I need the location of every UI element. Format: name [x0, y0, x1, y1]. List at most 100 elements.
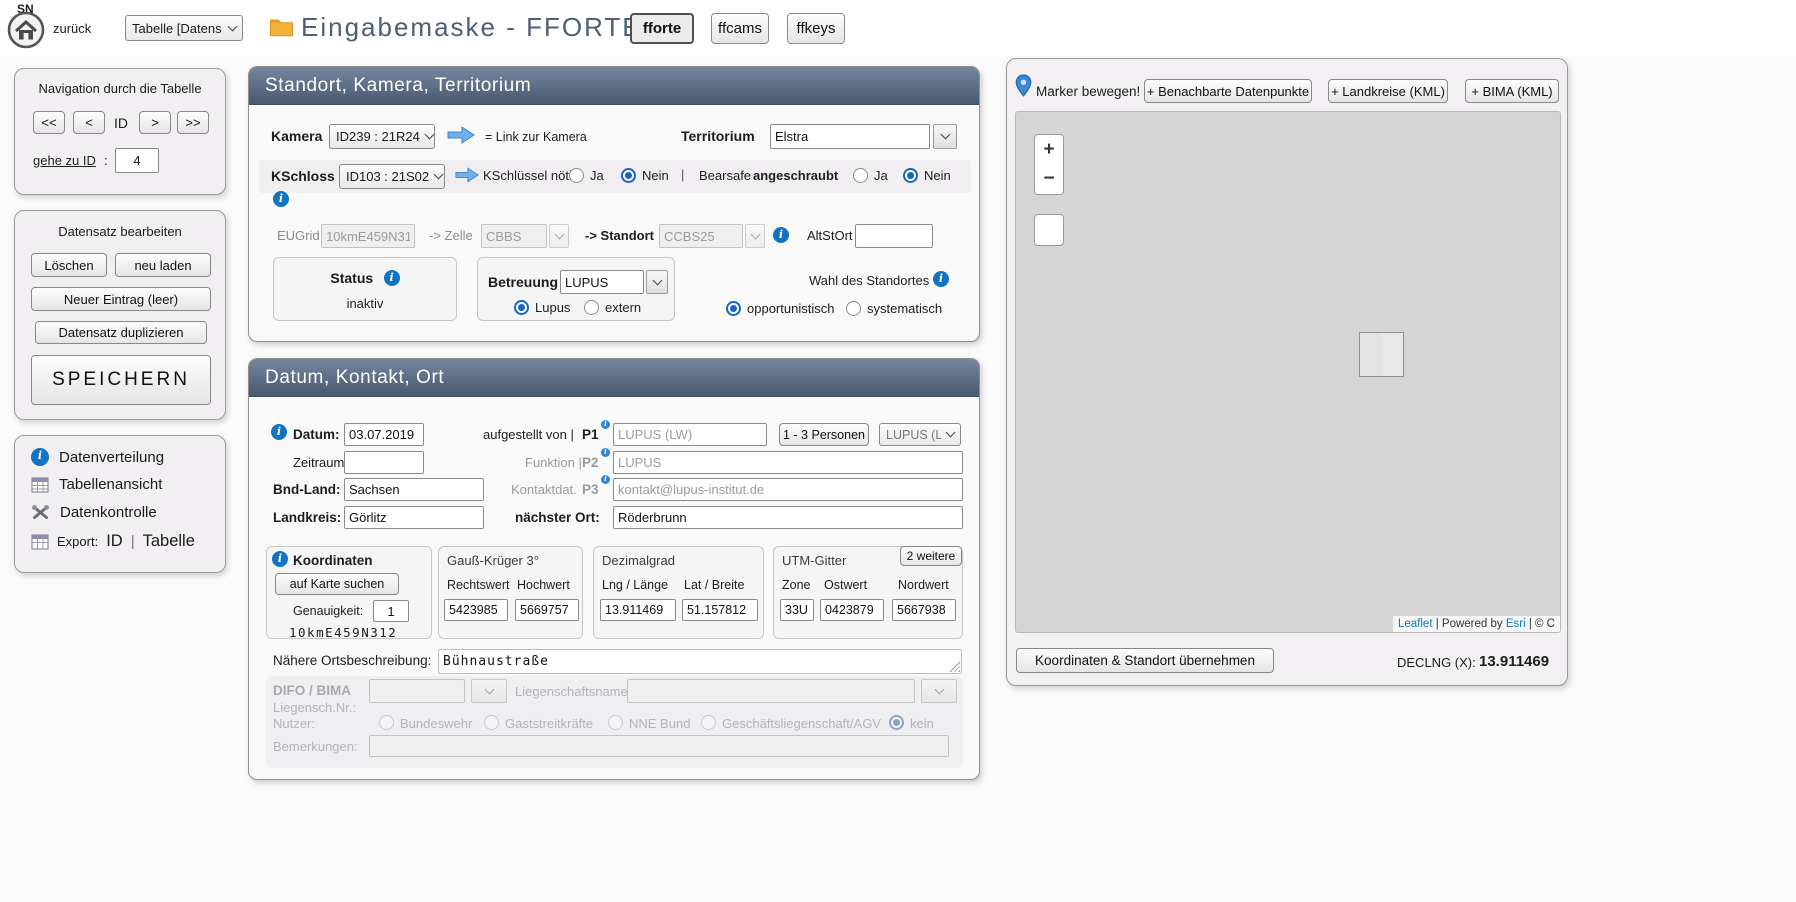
export-table-link[interactable]: Tabelle	[143, 532, 195, 551]
save-button[interactable]: SPEICHERN	[31, 355, 211, 405]
nav-next-button[interactable]: >	[139, 111, 171, 134]
territorium-input[interactable]	[770, 124, 930, 149]
add-bima-button[interactable]: + BIMA (KML)	[1465, 79, 1559, 103]
bearsafe-nein-radio[interactable]	[903, 168, 918, 183]
map-control-button[interactable]	[1034, 214, 1064, 246]
reload-button[interactable]: neu laden	[115, 253, 211, 277]
more-coords-button[interactable]: 2 weitere	[900, 546, 962, 566]
standort-info-icon[interactable]	[773, 227, 789, 243]
kamera-select[interactable]: ID239 : 21R24	[329, 124, 435, 149]
nordwert-input[interactable]	[892, 599, 956, 621]
table-select-value: Tabelle [Datens	[132, 21, 222, 36]
p1-input[interactable]	[613, 423, 767, 446]
p2-info-icon[interactable]	[601, 448, 610, 457]
nav-first-button[interactable]: <<	[33, 111, 65, 134]
lat-input[interactable]	[682, 599, 758, 621]
status-info-icon[interactable]	[384, 270, 400, 286]
zeitraum-input[interactable]	[344, 451, 424, 474]
koordinaten-info-icon[interactable]	[272, 551, 288, 567]
kschloss-link-arrow-icon[interactable]	[455, 166, 479, 189]
camera-link-arrow-icon[interactable]	[447, 125, 475, 150]
eugrid-input	[321, 224, 415, 248]
p1-select[interactable]: LUPUS (LW	[879, 423, 961, 446]
add-datapoints-button[interactable]: + Benachbarte Datenpunkte	[1144, 79, 1312, 103]
home-icon[interactable]	[6, 10, 46, 55]
zelle-label: -> Zelle	[429, 228, 473, 243]
esri-link[interactable]: Esri	[1506, 618, 1526, 630]
apply-coordinates-button[interactable]: Koordinaten & Standort übernehmen	[1016, 648, 1274, 673]
delete-button[interactable]: Löschen	[31, 253, 107, 277]
p3-input[interactable]	[613, 478, 963, 501]
link-datenkontrolle[interactable]: Datenkontrolle	[31, 504, 157, 521]
betreuung-input[interactable]	[560, 270, 644, 294]
zoom-in-button[interactable]: +	[1034, 134, 1064, 165]
bnd-land-input[interactable]	[344, 478, 484, 501]
dezimalgrad-box: Dezimalgrad Lng / Länge Lat / Breite	[593, 546, 764, 639]
link-datenverteilung[interactable]: Datenverteilung	[31, 448, 164, 466]
rechtswert-input[interactable]	[444, 599, 508, 621]
leaflet-link[interactable]: Leaflet	[1398, 618, 1433, 630]
wahl-opportunistisch-radio[interactable]	[726, 301, 741, 316]
zone-input[interactable]	[780, 599, 814, 621]
links-card: Datenverteilung Tabellenansicht	[14, 435, 226, 573]
betreuung-extern-radio[interactable]	[584, 300, 599, 315]
bearsafe-ja-radio[interactable]	[853, 168, 868, 183]
app-button-ffkeys[interactable]: ffkeys	[787, 13, 845, 44]
hochwert-input[interactable]	[515, 599, 579, 621]
standort-panel: Standort, Kamera, Territorium Kamera ID2…	[248, 66, 980, 342]
wahl-info-icon[interactable]	[933, 271, 949, 287]
p3-label: P3	[582, 482, 599, 497]
table-select[interactable]: Tabelle [Datens	[125, 15, 243, 41]
kamera-select-value: ID239 : 21R24	[336, 129, 420, 144]
zoom-out-button[interactable]: −	[1034, 164, 1064, 195]
map-canvas[interactable]: + − Leaflet | Powered by Esri | © C	[1015, 111, 1561, 633]
link-label: Datenkontrolle	[60, 504, 157, 521]
nav-prev-button[interactable]: <	[73, 111, 105, 134]
chevron-down-icon	[946, 428, 956, 438]
landkreis-input[interactable]	[344, 506, 484, 529]
standort-input	[659, 224, 743, 248]
duplicate-button[interactable]: Datensatz duplizieren	[35, 321, 207, 344]
declng-label: DECLNG (X):	[1397, 655, 1476, 670]
add-landkreise-button[interactable]: + Landkreise (KML)	[1328, 79, 1448, 103]
betreuung-combo-button[interactable]	[646, 270, 668, 294]
kschluessel-nein-radio[interactable]	[621, 168, 636, 183]
chevron-down-icon	[652, 275, 662, 285]
datum-info-icon[interactable]	[271, 424, 287, 440]
territorium-combo-button[interactable]	[933, 124, 957, 149]
kschloss-select[interactable]: ID103 : 21S02	[339, 164, 445, 189]
status-label: Status	[330, 270, 373, 286]
chevron-down-icon	[554, 229, 564, 239]
app-button-ffcams[interactable]: ffcams	[711, 13, 769, 44]
kschluessel-ja-radio[interactable]	[569, 168, 584, 183]
altstort-input[interactable]	[855, 224, 933, 248]
export-id-link[interactable]: ID	[106, 532, 123, 551]
app-button-fforte[interactable]: fforte	[630, 13, 694, 44]
nutzer-bundeswehr-radio	[379, 715, 394, 730]
ortsbeschreibung-input[interactable]	[438, 649, 962, 674]
datum-input[interactable]	[344, 423, 424, 446]
nordwert-label: Nordwert	[898, 578, 949, 592]
p3-info-icon[interactable]	[601, 475, 610, 484]
p1-info-icon[interactable]	[601, 420, 610, 429]
goto-id-link[interactable]: gehe zu ID	[33, 153, 96, 168]
declng-value: 13.911469	[1479, 653, 1549, 670]
naechster-ort-input[interactable]	[613, 506, 963, 529]
new-entry-button[interactable]: Neuer Eintrag (leer)	[31, 287, 211, 311]
goto-id-input[interactable]	[115, 148, 159, 173]
lng-input[interactable]	[600, 599, 676, 621]
chevron-down-icon	[750, 229, 760, 239]
p2-input[interactable]	[613, 451, 963, 474]
nav-last-button[interactable]: >>	[177, 111, 209, 134]
genauigkeit-input[interactable]	[373, 600, 409, 622]
kschloss-info-icon[interactable]	[273, 191, 289, 207]
betreuung-extern-label: extern	[605, 300, 641, 315]
back-link[interactable]: zurück	[53, 21, 91, 36]
wahl-systematisch-radio[interactable]	[846, 301, 861, 316]
ostwert-input[interactable]	[820, 599, 884, 621]
link-tabellenansicht[interactable]: Tabellenansicht	[31, 476, 162, 493]
karte-suchen-button[interactable]: auf Karte suchen	[275, 573, 399, 595]
betreuung-lupus-radio[interactable]	[514, 300, 529, 315]
personen-button[interactable]: 1 - 3 Personen	[779, 423, 869, 446]
nutzer-nne-bund-radio	[608, 715, 623, 730]
